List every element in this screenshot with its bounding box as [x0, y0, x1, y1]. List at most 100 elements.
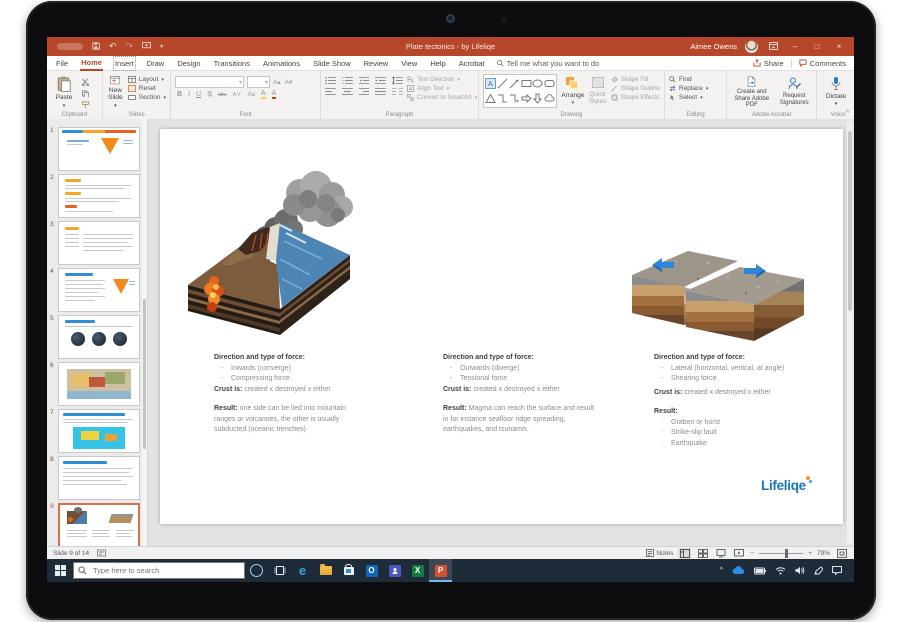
shape-outline-button[interactable]: Shape Outline: [611, 85, 660, 92]
create-share-pdf-button[interactable]: Create and Share Adobe PDF: [731, 74, 772, 109]
excel-button[interactable]: X: [406, 559, 429, 582]
teams-button[interactable]: [383, 559, 406, 582]
close-button[interactable]: ×: [832, 42, 846, 51]
bullets-icon[interactable]: [325, 76, 336, 85]
paste-button[interactable]: Paste▾: [51, 74, 77, 109]
highlight-color-icon[interactable]: A: [261, 90, 266, 99]
text-column-convergent[interactable]: Direction and type of force: Inwards (co…: [214, 353, 368, 436]
font-name-combo[interactable]: ▾: [175, 76, 244, 88]
increase-indent-icon[interactable]: [375, 76, 386, 85]
outlook-button[interactable]: O: [360, 559, 383, 582]
comments-button[interactable]: Comments: [799, 59, 846, 68]
italic-icon[interactable]: I: [188, 91, 190, 98]
tab-file[interactable]: File: [55, 57, 69, 70]
zoom-level[interactable]: 79%: [817, 550, 830, 557]
tab-animations[interactable]: Animations: [262, 57, 301, 70]
tray-chevron-icon[interactable]: ^: [720, 567, 723, 574]
align-center-icon[interactable]: [342, 87, 353, 96]
numbering-icon[interactable]: [342, 76, 353, 85]
font-color-icon[interactable]: A: [272, 90, 277, 99]
tab-insert[interactable]: Insert: [114, 57, 135, 70]
pen-icon[interactable]: [814, 566, 823, 575]
slide-thumbnail-8[interactable]: [58, 456, 140, 500]
thumbnail-scrollbar[interactable]: [142, 119, 147, 546]
autosave-toggle[interactable]: [57, 43, 83, 50]
shape-fill-button[interactable]: Shape Fill: [611, 76, 660, 83]
onedrive-icon[interactable]: [732, 566, 745, 575]
copy-icon[interactable]: [81, 90, 90, 98]
wifi-icon[interactable]: [775, 566, 786, 575]
subduction-volcano-image[interactable]: [180, 163, 356, 341]
bold-icon[interactable]: B: [177, 91, 182, 98]
action-center-icon[interactable]: [832, 566, 842, 575]
avatar[interactable]: [745, 40, 758, 53]
minimize-button[interactable]: –: [788, 42, 802, 51]
zoom-out-button[interactable]: −: [750, 550, 754, 557]
shrink-font-icon[interactable]: A▾: [285, 78, 293, 86]
justify-icon[interactable]: [375, 87, 386, 96]
tab-home[interactable]: Home: [80, 56, 103, 71]
fault-block-image[interactable]: [628, 237, 808, 349]
slide-thumbnail-1[interactable]: [58, 127, 140, 171]
task-view-button[interactable]: [268, 559, 291, 582]
canvas-scrollbar[interactable]: [847, 121, 853, 544]
slide-thumbnail-4[interactable]: [58, 268, 140, 312]
restore-button[interactable]: □: [810, 42, 824, 51]
tab-slide-show[interactable]: Slide Show: [312, 57, 352, 70]
slide-thumbnail-7[interactable]: [58, 409, 140, 453]
fit-to-window-button[interactable]: [835, 548, 848, 559]
quick-styles-button[interactable]: Quick Styles: [588, 74, 606, 109]
font-size-combo[interactable]: ▾: [247, 76, 270, 88]
text-column-divergent[interactable]: Direction and type of force: Outwards (d…: [443, 353, 597, 436]
request-signatures-button[interactable]: Request Signatures: [776, 74, 812, 109]
format-painter-icon[interactable]: [81, 101, 90, 109]
slide-thumbnail-9-selected[interactable]: [58, 503, 140, 549]
undo-icon[interactable]: ↶: [109, 42, 117, 51]
align-right-icon[interactable]: [359, 87, 370, 96]
notes-button[interactable]: Notes: [646, 549, 673, 557]
decrease-indent-icon[interactable]: [359, 76, 370, 85]
columns-icon[interactable]: [392, 87, 403, 96]
zoom-slider-thumb[interactable]: [785, 549, 788, 558]
start-from-beginning-icon[interactable]: [142, 42, 151, 52]
customize-qat-icon[interactable]: ▾: [160, 44, 163, 50]
store-button[interactable]: [337, 559, 360, 582]
search-input[interactable]: [91, 565, 235, 576]
slideshow-view-button[interactable]: [732, 548, 745, 559]
dictate-button[interactable]: Dictate▾: [821, 74, 851, 109]
text-direction-button[interactable]: Text Direction▾: [407, 76, 477, 83]
slide-thumbnail-6[interactable]: [58, 362, 140, 406]
select-button[interactable]: Select▾: [669, 94, 708, 101]
slide-thumbnail-5[interactable]: [58, 315, 140, 359]
cortana-button[interactable]: [245, 559, 268, 582]
underline-icon[interactable]: U: [196, 91, 201, 98]
reset-button[interactable]: Reset: [128, 85, 166, 92]
find-button[interactable]: Find: [669, 76, 708, 83]
tab-transitions[interactable]: Transitions: [213, 57, 251, 70]
tab-design[interactable]: Design: [176, 57, 201, 70]
file-explorer-button[interactable]: [314, 559, 337, 582]
tab-draw[interactable]: Draw: [146, 57, 166, 70]
layout-button[interactable]: Layout▾: [128, 76, 166, 83]
tab-help[interactable]: Help: [429, 57, 446, 70]
slide-sorter-view-button[interactable]: [696, 548, 709, 559]
line-spacing-icon[interactable]: [392, 76, 403, 85]
strikethrough-icon[interactable]: abc: [218, 92, 227, 98]
text-column-transform[interactable]: Direction and type of force: Lateral (ho…: [654, 353, 814, 449]
new-slide-button[interactable]: New Slide▾: [107, 74, 124, 109]
cut-icon[interactable]: [81, 78, 90, 86]
character-spacing-icon[interactable]: AV: [233, 92, 242, 98]
collapse-ribbon-button[interactable]: ^: [846, 110, 849, 117]
normal-view-button[interactable]: [678, 548, 691, 559]
slide-thumbnail-2[interactable]: [58, 174, 140, 218]
replace-button[interactable]: Replace▾: [669, 85, 708, 92]
volume-icon[interactable]: [795, 566, 805, 575]
shapes-gallery[interactable]: A: [483, 74, 557, 108]
arrange-button[interactable]: Arrange▾: [561, 74, 584, 109]
zoom-in-button[interactable]: +: [808, 550, 812, 557]
text-shadow-icon[interactable]: S: [207, 91, 212, 98]
ribbon-display-options-icon[interactable]: [766, 42, 780, 52]
save-icon[interactable]: [92, 42, 100, 52]
taskbar-search-box[interactable]: [73, 562, 245, 579]
tab-view[interactable]: View: [400, 57, 418, 70]
